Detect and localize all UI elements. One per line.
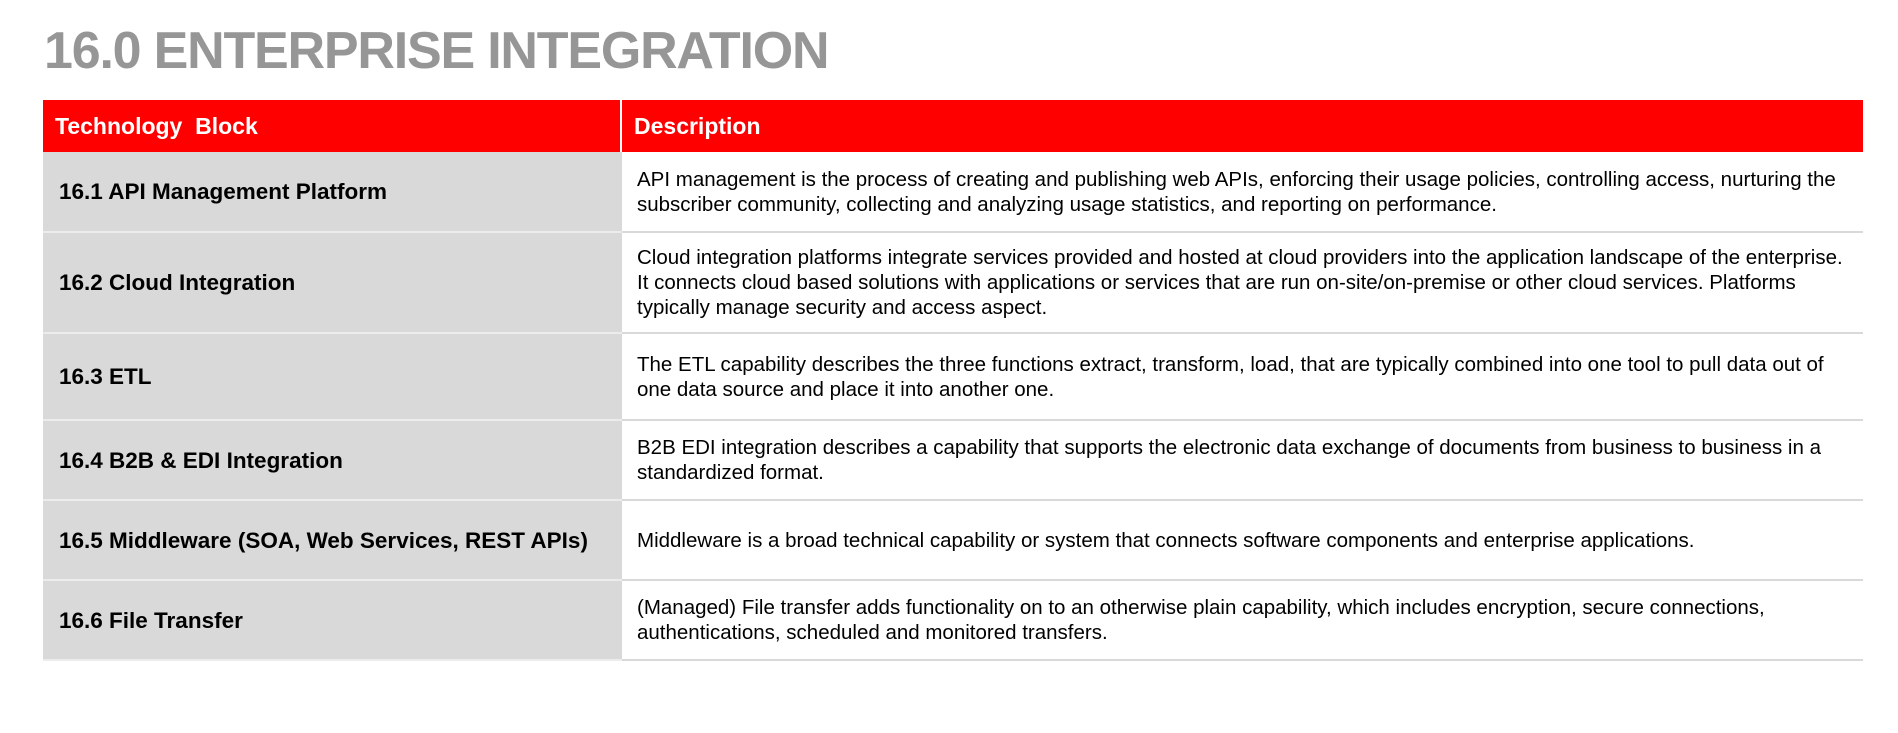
description-cell: Cloud integration platforms integrate se… bbox=[620, 232, 1863, 334]
technology-block-cell: 16.2 Cloud Integration bbox=[43, 232, 621, 334]
table-row: 16.5 Middleware (SOA, Web Services, REST… bbox=[43, 500, 1863, 581]
technology-block-cell: 16.5 Middleware (SOA, Web Services, REST… bbox=[43, 500, 621, 581]
table-header-row: Technology Block Description bbox=[43, 100, 1863, 152]
table-row: 16.6 File Transfer (Managed) File transf… bbox=[43, 580, 1863, 661]
technology-block-cell: 16.6 File Transfer bbox=[43, 580, 621, 661]
table-row: 16.1 API Management Platform API managem… bbox=[43, 152, 1863, 233]
table-body: 16.1 API Management Platform API managem… bbox=[43, 152, 1863, 661]
technology-block-cell: 16.4 B2B & EDI Integration bbox=[43, 420, 621, 501]
description-cell: API management is the process of creatin… bbox=[620, 152, 1863, 233]
description-cell: (Managed) File transfer adds functionali… bbox=[620, 580, 1863, 661]
table-row: 16.3 ETL The ETL capability describes th… bbox=[43, 333, 1863, 421]
description-cell: B2B EDI integration describes a capabili… bbox=[620, 420, 1863, 501]
technology-block-cell: 16.1 API Management Platform bbox=[43, 152, 621, 233]
table-header: Technology Block Description bbox=[43, 100, 1863, 152]
description-cell: Middleware is a broad technical capabili… bbox=[620, 500, 1863, 581]
column-header-description: Description bbox=[620, 100, 1863, 152]
column-header-technology-block: Technology Block bbox=[43, 100, 621, 152]
page-title: 16.0 ENTERPRISE INTEGRATION bbox=[44, 22, 830, 80]
description-cell: The ETL capability describes the three f… bbox=[620, 333, 1863, 421]
technology-blocks-table: Technology Block Description 16.1 API Ma… bbox=[43, 100, 1863, 661]
table-row: 16.4 B2B & EDI Integration B2B EDI integ… bbox=[43, 420, 1863, 501]
table-row: 16.2 Cloud Integration Cloud integration… bbox=[43, 232, 1863, 334]
technology-block-cell: 16.3 ETL bbox=[43, 333, 621, 421]
